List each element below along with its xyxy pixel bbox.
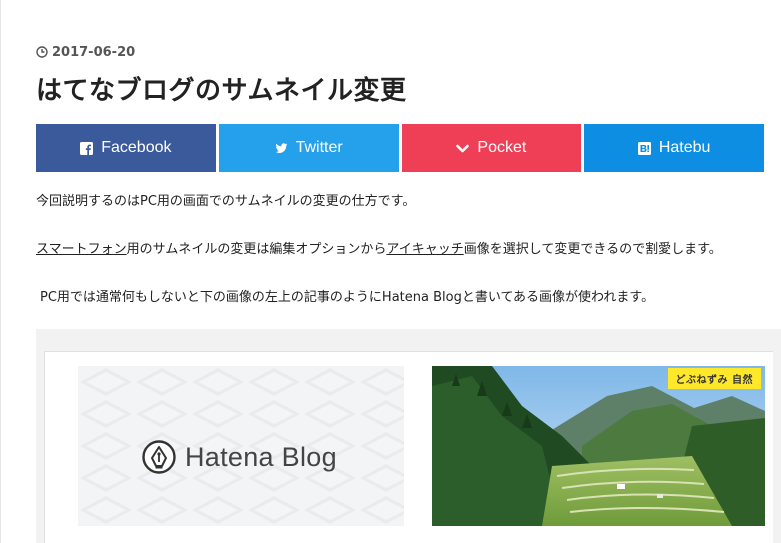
clock-icon xyxy=(36,46,48,58)
paragraph-smartphone-end: 画像を選択して変更できるので割愛します。 xyxy=(463,242,722,257)
paragraph-smartphone: スマートフォン用のサムネイルの変更は編集オプションからアイキャッチ画像を選択して… xyxy=(36,238,722,257)
fountain-pen-nib-icon xyxy=(142,440,176,474)
share-buttons: Facebook Twitter Pocket Hatebu xyxy=(36,124,764,172)
hatebu-share-button[interactable]: Hatebu xyxy=(584,124,764,172)
content-left-border xyxy=(0,0,1,543)
hatebu-share-label: Hatebu xyxy=(658,139,711,156)
post-date: 2017-06-20 xyxy=(36,44,135,60)
default-thumbnail-image: Hatena Blog xyxy=(78,366,404,526)
screenshot-figure: Hatena Blog どぶねずみ 自然 xyxy=(36,329,781,543)
paragraph-smartphone-mid: 用のサムネイルの変更は編集オプションから xyxy=(126,242,387,257)
facebook-share-label: Facebook xyxy=(101,139,172,156)
pocket-share-button[interactable]: Pocket xyxy=(401,124,582,172)
facebook-share-button[interactable]: Facebook xyxy=(36,124,216,172)
post-title: はてなブログのサムネイル変更 xyxy=(36,76,407,106)
pocket-share-label: Pocket xyxy=(477,139,527,156)
pocket-chevron-icon xyxy=(456,144,470,152)
paragraph-intro: 今回説明するのはPC用の画面でのサムネイルの変更の仕方です。 xyxy=(36,194,416,209)
landscape-photo xyxy=(432,366,765,526)
nature-thumbnail-image: どぶねずみ 自然 xyxy=(432,366,765,526)
twitter-share-label: Twitter xyxy=(295,139,343,156)
category-badge: どぶねずみ 自然 xyxy=(667,368,761,389)
post-date-text: 2017-06-20 xyxy=(52,44,136,60)
smartphone-link[interactable]: スマートフォン xyxy=(36,242,127,257)
eyecatch-link[interactable]: アイキャッチ xyxy=(386,242,463,257)
facebook-icon xyxy=(80,141,94,155)
hatena-b-icon xyxy=(637,141,651,155)
twitter-icon xyxy=(275,142,288,153)
twitter-share-button[interactable]: Twitter xyxy=(218,124,399,172)
hatena-blog-logo-text: Hatena Blog xyxy=(185,441,337,472)
hatena-blog-logo: Hatena Blog xyxy=(142,440,337,474)
paragraph-pc-default: PC用では通常何もしないと下の画像の左上の記事のようにHatena Blogと書… xyxy=(40,290,655,305)
